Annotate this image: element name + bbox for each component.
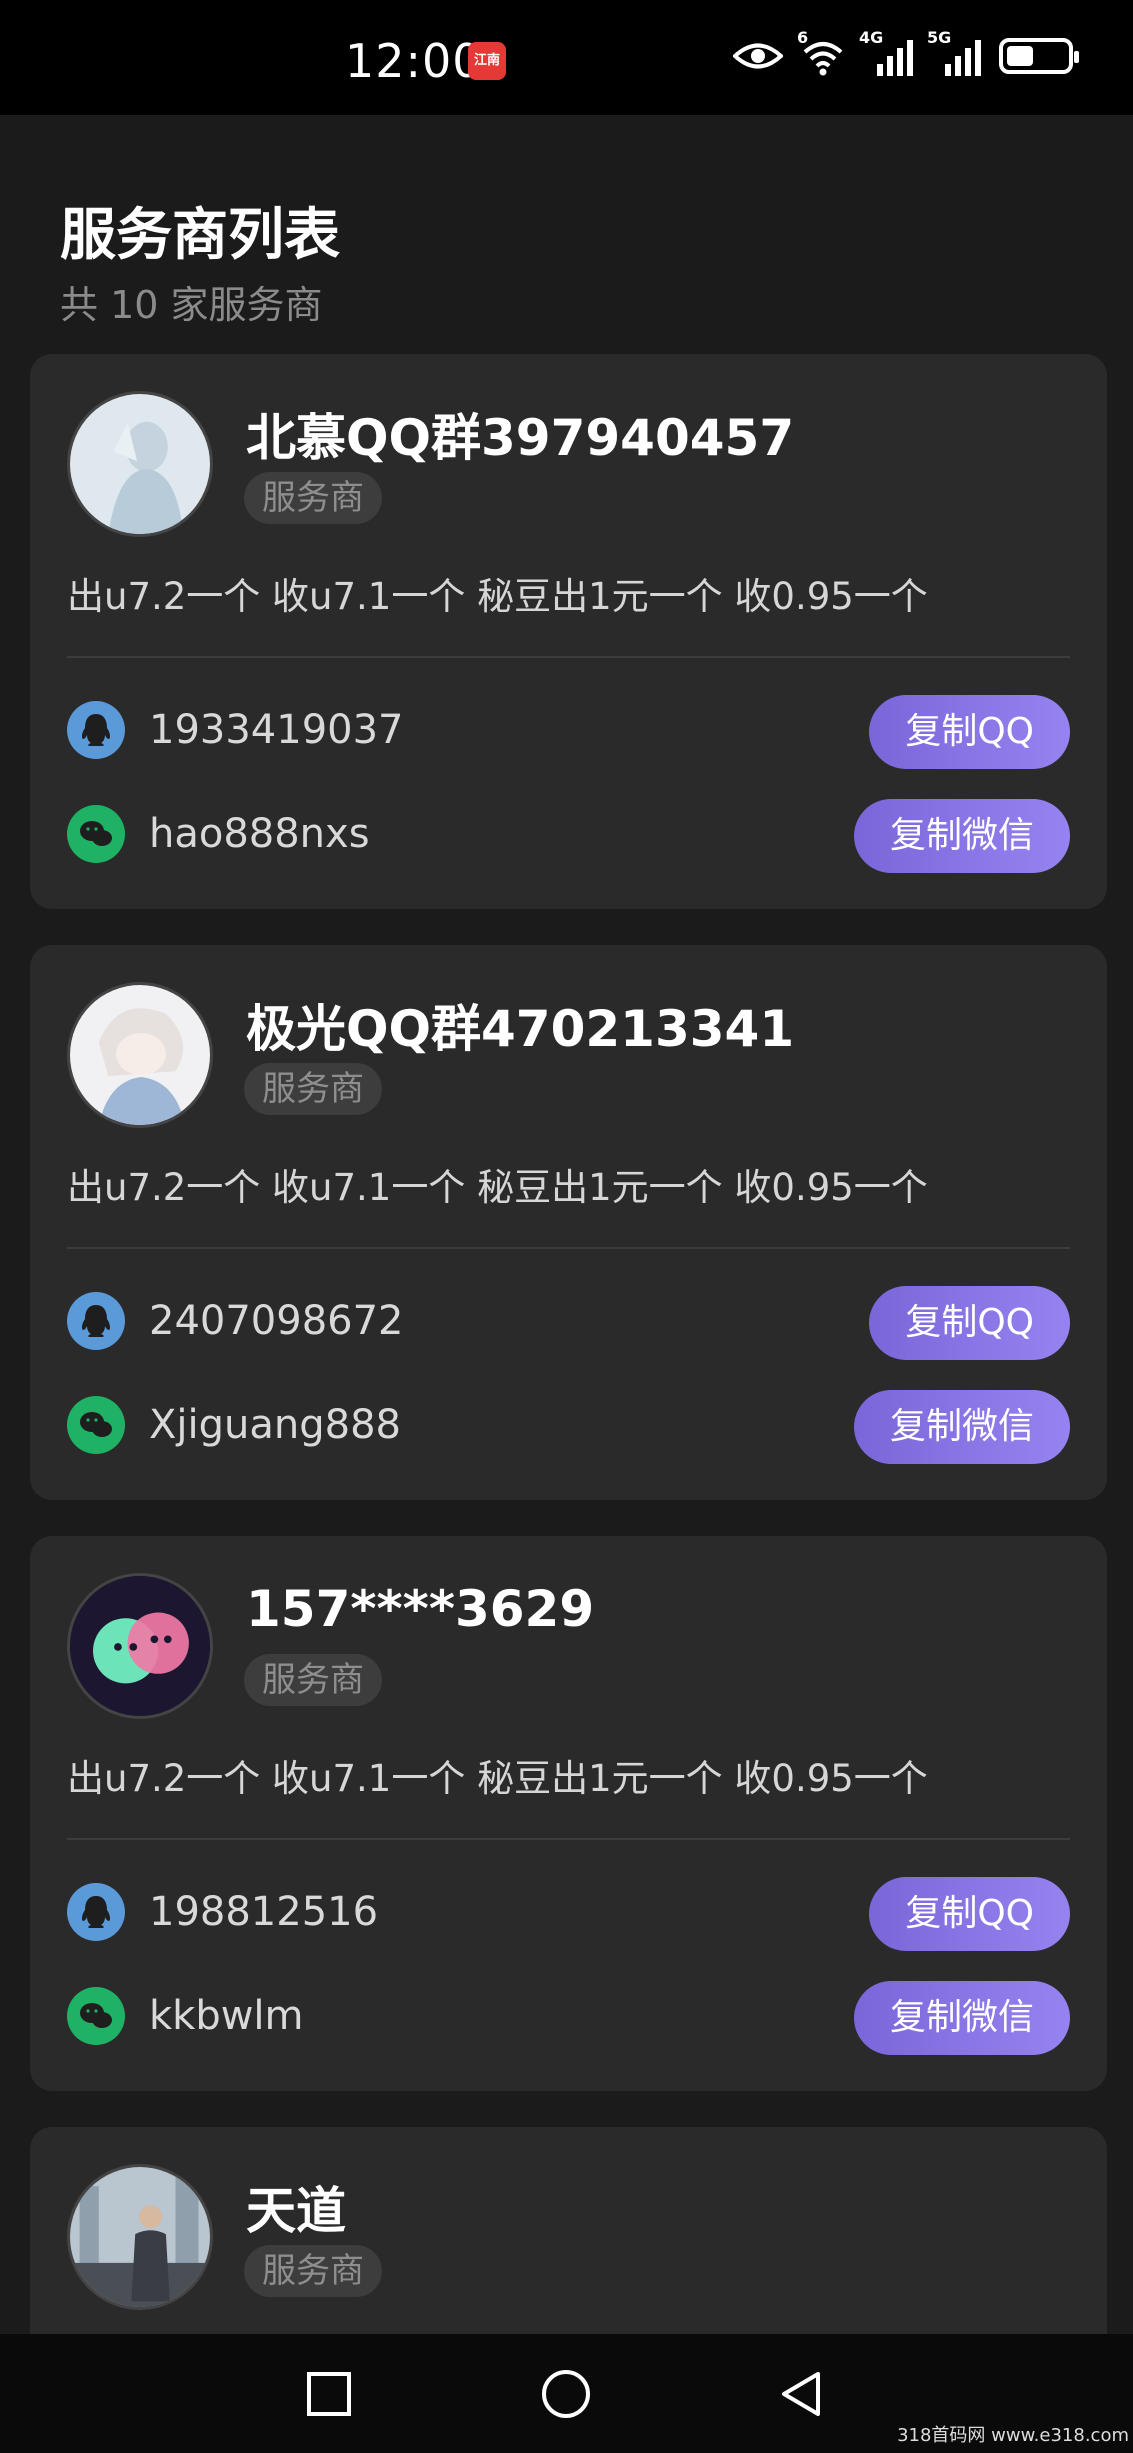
battery-icon: [999, 38, 1079, 74]
provider-name: 极光QQ群470213341: [246, 1000, 795, 1058]
divider: [67, 1838, 1070, 1840]
status-time: 12:00: [345, 34, 483, 88]
navigation-bar: 318首码网 www.e318.com: [0, 2334, 1133, 2453]
home-button[interactable]: [540, 2368, 592, 2420]
qq-contact: 2407098672: [67, 1292, 404, 1350]
qq-number: 1933419037: [149, 707, 404, 753]
page-title: 服务商列表: [60, 203, 340, 268]
provider-role-badge: 服务商: [244, 1654, 382, 1706]
copy-wechat-button[interactable]: 复制微信: [853, 799, 1070, 873]
status-bar: 12:00 江南 6 4G 5G: [0, 0, 1133, 115]
avatar: [67, 2164, 213, 2310]
copy-qq-button[interactable]: 复制QQ: [869, 1286, 1070, 1360]
wifi-tag: 6: [797, 28, 809, 47]
page-subtitle: 共 10 家服务商: [60, 283, 323, 327]
qq-contact: 198812516: [67, 1883, 378, 1941]
avatar: [67, 982, 213, 1128]
avatar: [67, 1573, 213, 1719]
wechat-contact: hao888nxs: [67, 805, 370, 863]
copy-wechat-button[interactable]: 复制微信: [853, 1981, 1070, 2055]
provider-card: 北慕QQ群397940457 服务商 出u7.2一个 收u7.1一个 秘豆出1元…: [30, 354, 1107, 909]
wechat-icon: [67, 1396, 125, 1454]
provider-name: 天道: [246, 2182, 346, 2240]
provider-card: 157****3629 服务商 出u7.2一个 收u7.1一个 秘豆出1元一个 …: [30, 1536, 1107, 2091]
avatar: [67, 391, 213, 537]
copy-qq-button[interactable]: 复制QQ: [869, 1877, 1070, 1951]
qq-icon: [67, 1883, 125, 1941]
divider: [67, 1247, 1070, 1249]
provider-role-badge: 服务商: [244, 472, 382, 524]
wifi-icon: 6: [797, 28, 845, 76]
qq-icon: [67, 1292, 125, 1350]
wechat-contact: kkbwlm: [67, 1987, 304, 2045]
qq-contact: 1933419037: [67, 701, 404, 759]
recent-apps-button[interactable]: [303, 2368, 355, 2420]
provider-role-badge: 服务商: [244, 1063, 382, 1115]
wechat-id: kkbwlm: [149, 1993, 304, 2039]
signal-5g-icon: 5G: [927, 28, 981, 76]
provider-description: 出u7.2一个 收u7.1一个 秘豆出1元一个 收0.95一个: [67, 1166, 928, 1209]
wechat-icon: [67, 1987, 125, 2045]
provider-name: 北慕QQ群397940457: [246, 409, 795, 467]
provider-name: 157****3629: [246, 1580, 595, 1638]
provider-role-badge: 服务商: [244, 2245, 382, 2297]
provider-description: 出u7.2一个 收u7.1一个 秘豆出1元一个 收0.95一个: [67, 575, 928, 618]
wechat-icon: [67, 805, 125, 863]
eye-icon: [733, 43, 783, 69]
copy-wechat-button[interactable]: 复制微信: [853, 1390, 1070, 1464]
copy-qq-button[interactable]: 复制QQ: [869, 695, 1070, 769]
wechat-id: hao888nxs: [149, 811, 370, 857]
signal-4g-icon: 4G: [859, 28, 913, 76]
watermark-text: 318首码网 www.e318.com: [897, 2425, 1129, 2446]
wechat-contact: Xjiguang888: [67, 1396, 401, 1454]
signal-4g-tag: 4G: [859, 28, 884, 47]
provider-description: 出u7.2一个 收u7.1一个 秘豆出1元一个 收0.95一个: [67, 1757, 928, 1800]
back-button[interactable]: [776, 2368, 828, 2420]
app-notification-icon: 江南: [468, 42, 506, 80]
signal-5g-tag: 5G: [927, 28, 952, 47]
qq-number: 2407098672: [149, 1298, 404, 1344]
divider: [67, 656, 1070, 658]
provider-card: 极光QQ群470213341 服务商 出u7.2一个 收u7.1一个 秘豆出1元…: [30, 945, 1107, 1500]
wechat-id: Xjiguang888: [149, 1402, 401, 1448]
status-icons: 6 4G 5G: [733, 28, 1079, 76]
qq-icon: [67, 701, 125, 759]
qq-number: 198812516: [149, 1889, 379, 1935]
